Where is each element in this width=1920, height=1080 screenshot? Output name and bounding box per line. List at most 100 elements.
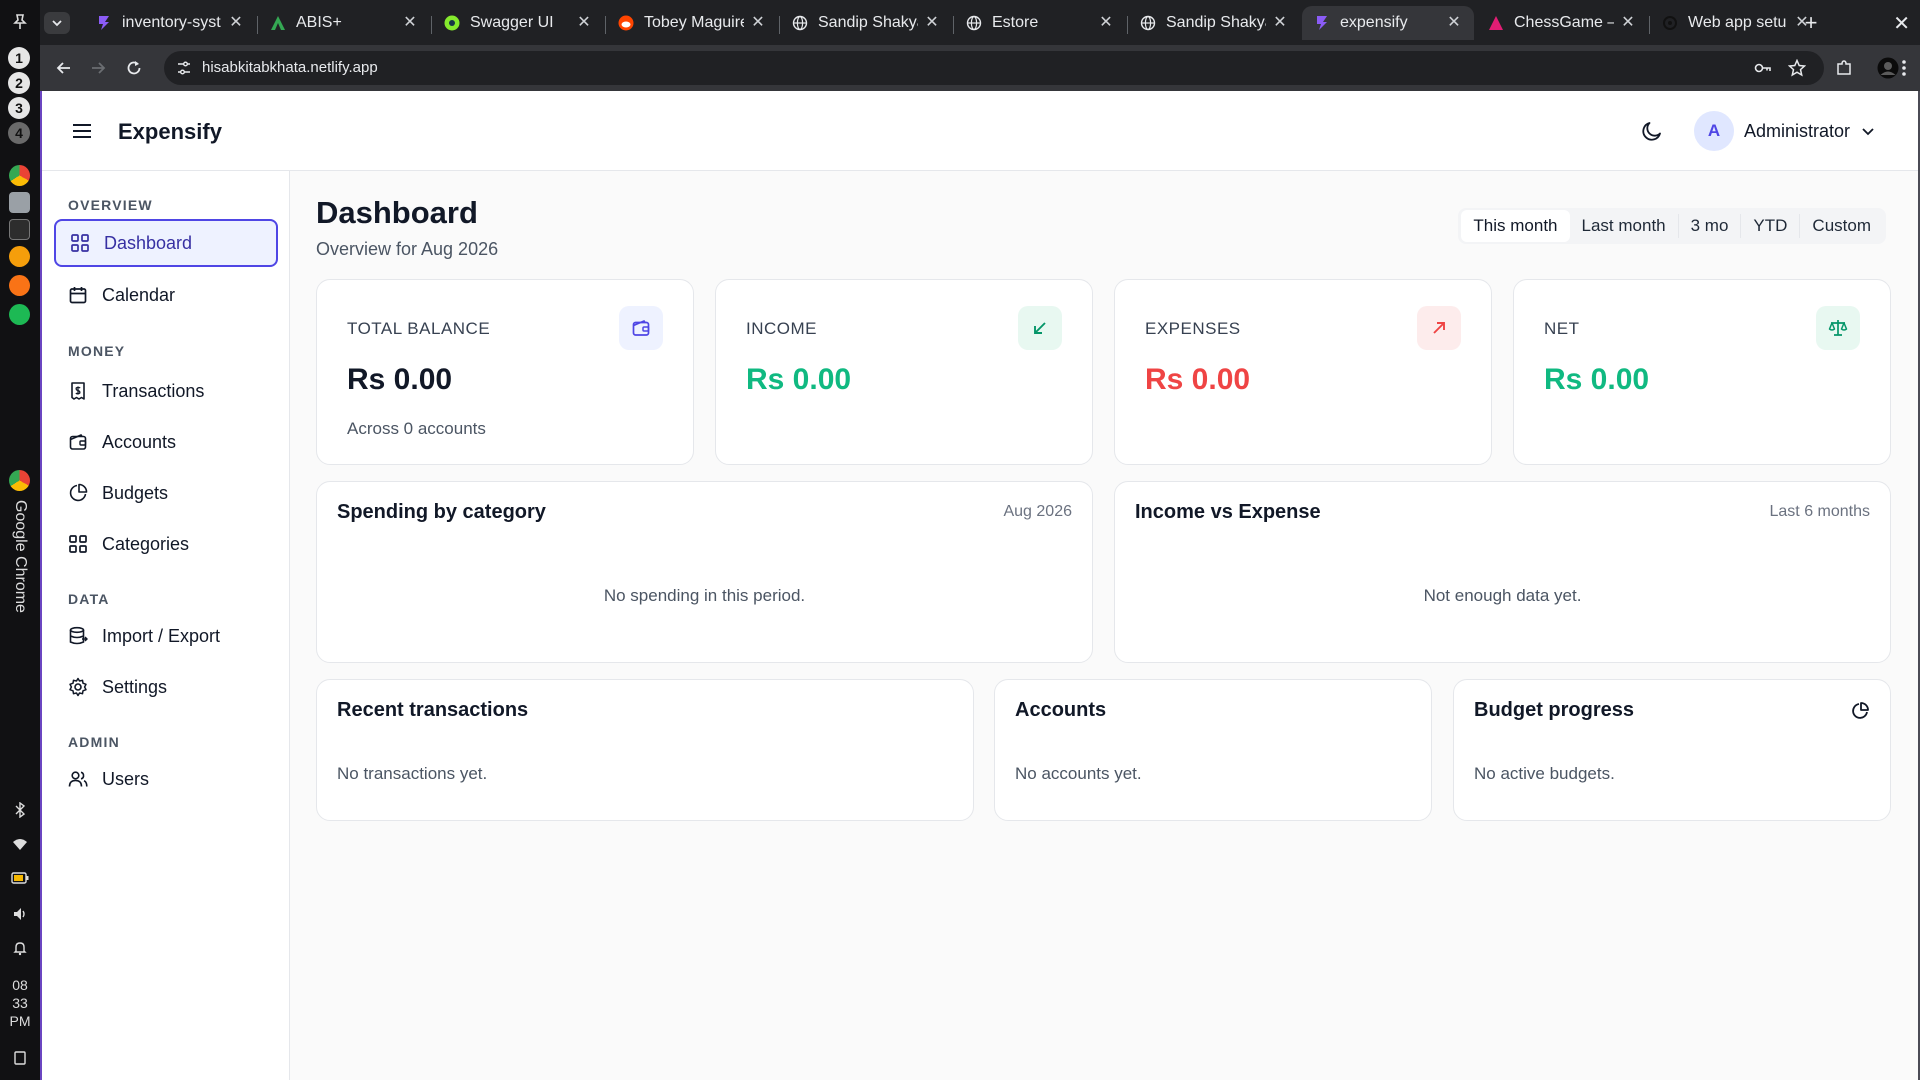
pin-icon[interactable]: [10, 12, 30, 32]
sidebar-item-label: Categories: [102, 533, 190, 554]
bluetooth-off-icon[interactable]: [10, 800, 30, 820]
spotify-app-icon[interactable]: [9, 304, 30, 325]
chrome-running-icon[interactable]: [9, 470, 30, 491]
browser-tab-strip: inventory-syst ✕ ABIS+ ✕ Swagger UI ✕ To…: [40, 0, 1920, 45]
window-border: [40, 91, 42, 1080]
notification-bell-icon[interactable]: [10, 938, 30, 958]
recent-transactions-card: Recent transactions No transactions yet.: [316, 679, 974, 821]
sidebar: OVERVIEW Dashboard Calendar MONEY Transa…: [40, 171, 290, 1080]
page-title: Dashboard: [316, 195, 478, 230]
extensions-button[interactable]: [1832, 56, 1856, 80]
bookmark-star-icon[interactable]: [1788, 59, 1806, 77]
close-tab-icon[interactable]: ✕: [576, 15, 592, 31]
sidebar-item-transactions[interactable]: Transactions: [54, 367, 278, 415]
gear-icon: [69, 677, 87, 697]
app-brand[interactable]: Expensify: [118, 119, 222, 145]
abis-logo-icon: [271, 16, 285, 30]
browser-tab-webapp[interactable]: Web app setu ✕: [1650, 6, 1822, 40]
sidebar-item-label: Users: [102, 768, 150, 789]
close-tab-icon[interactable]: ✕: [1620, 15, 1636, 31]
sidebar-item-label: Transactions: [102, 380, 205, 401]
browser-tab-abis[interactable]: ABIS+ ✕: [258, 6, 430, 40]
close-tab-icon[interactable]: ✕: [750, 15, 766, 31]
files-app-icon[interactable]: [9, 192, 30, 213]
close-tab-icon[interactable]: ✕: [402, 15, 418, 31]
sidebar-item-label: Budgets: [102, 482, 169, 503]
expensify-logo-icon: [99, 16, 109, 30]
browser-tab-swagger[interactable]: Swagger UI ✕: [432, 6, 604, 40]
window-close-button[interactable]: ✕: [1893, 11, 1910, 36]
sidebar-item-dashboard[interactable]: Dashboard: [54, 219, 278, 267]
sidebar-item-label: Calendar: [102, 284, 176, 305]
browser-tab-sandip-1[interactable]: Sandip Shakya ✕: [780, 6, 952, 40]
kpi-value: Rs 0.00: [746, 363, 852, 396]
tab-search-button[interactable]: [44, 12, 70, 34]
os-dock: 1 2 3 4 Google Chrome 08 33 PM: [0, 0, 40, 1080]
browser-tab-inventory[interactable]: inventory-syst ✕: [84, 6, 256, 40]
range-custom-button[interactable]: Custom: [1800, 210, 1883, 242]
close-tab-icon[interactable]: ✕: [228, 15, 244, 31]
browser-tab-chessgame[interactable]: ChessGame – ✕: [1476, 6, 1648, 40]
reload-button[interactable]: [122, 56, 146, 80]
user-menu[interactable]: A Administrator: [1694, 111, 1876, 151]
close-tab-icon[interactable]: ✕: [1446, 15, 1462, 31]
browser-tab-reddit[interactable]: Tobey Maguire ✕: [606, 6, 778, 40]
wallet-icon: [619, 306, 663, 350]
sidebar-item-label: Import / Export: [102, 625, 221, 646]
theme-toggle-button[interactable]: [1640, 119, 1664, 143]
address-bar[interactable]: hisabkitabkhata.netlify.app: [164, 51, 1824, 85]
pie-chart-icon[interactable]: [1850, 701, 1870, 721]
sidebar-item-users[interactable]: Users: [54, 755, 278, 803]
power-icon[interactable]: [10, 1048, 30, 1068]
browser-menu-button[interactable]: [1896, 56, 1912, 80]
sidebar-item-calendar[interactable]: Calendar: [54, 271, 278, 319]
database-icon: [69, 626, 88, 645]
spending-by-category-card: Spending by category Aug 2026 No spendin…: [316, 481, 1093, 663]
terminal-app-icon[interactable]: [9, 219, 30, 240]
password-key-icon[interactable]: [1754, 59, 1772, 77]
workspace-4[interactable]: 4: [8, 122, 30, 144]
wifi-icon[interactable]: [10, 834, 30, 854]
sidebar-item-import-export[interactable]: Import / Export: [54, 612, 278, 660]
range-ytd-button[interactable]: YTD: [1741, 210, 1799, 242]
kpi-value: Rs 0.00: [1544, 363, 1650, 396]
scale-icon: [1816, 306, 1860, 350]
range-3mo-button[interactable]: 3 mo: [1679, 210, 1741, 242]
new-tab-button[interactable]: +: [1798, 10, 1824, 36]
workspace-2[interactable]: 2: [8, 72, 30, 94]
browser-tab-sandip-2[interactable]: Sandip Shakya ✕: [1128, 6, 1300, 40]
browser-tab-expensify[interactable]: expensify ✕: [1302, 6, 1474, 40]
browser-tab-estore[interactable]: Estore ✕: [954, 6, 1126, 40]
sidebar-item-budgets[interactable]: Budgets: [54, 469, 278, 517]
sidebar-item-accounts[interactable]: Accounts: [54, 418, 278, 466]
close-tab-icon[interactable]: ✕: [924, 15, 940, 31]
range-this-month-button[interactable]: This month: [1461, 210, 1570, 242]
sidebar-item-settings[interactable]: Settings: [54, 663, 278, 711]
chrome-app-icon[interactable]: [9, 165, 30, 186]
forward-button[interactable]: [86, 56, 110, 80]
dashboard-icon: [71, 234, 89, 252]
kpi-label: INCOME: [746, 319, 817, 338]
globe-icon: [1140, 15, 1156, 31]
swagger-logo-icon: [444, 15, 460, 31]
globe-icon: [966, 15, 982, 31]
arrow-right-icon: [92, 62, 106, 74]
sidebar-item-categories[interactable]: Categories: [54, 520, 278, 568]
workspace-1[interactable]: 1: [8, 47, 30, 69]
back-button[interactable]: [52, 56, 76, 80]
workspace-3[interactable]: 3: [8, 97, 30, 119]
close-tab-icon[interactable]: ✕: [1098, 15, 1114, 31]
close-tab-icon[interactable]: ✕: [1272, 15, 1288, 31]
clock-ampm: PM: [9, 1013, 31, 1029]
menu-toggle-button[interactable]: [70, 119, 94, 143]
volume-icon[interactable]: [10, 904, 30, 924]
battery-icon[interactable]: [10, 868, 30, 888]
range-last-month-button[interactable]: Last month: [1570, 210, 1678, 242]
site-info-icon[interactable]: [176, 60, 192, 76]
hamburger-icon: [73, 124, 91, 138]
avatar: A: [1694, 111, 1734, 151]
kpi-value: Rs 0.00: [347, 363, 453, 396]
firefox-app-icon[interactable]: [9, 246, 30, 267]
clock: 08 33 PM: [0, 976, 40, 1030]
postman-app-icon[interactable]: [9, 275, 30, 296]
